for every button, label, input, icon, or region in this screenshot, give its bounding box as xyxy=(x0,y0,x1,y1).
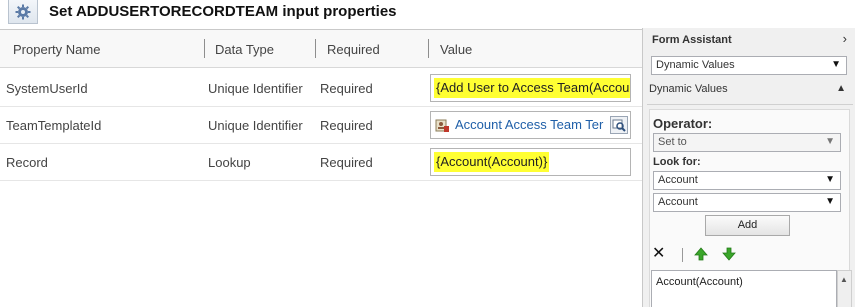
dynamic-value-token[interactable]: {Account(Account)} xyxy=(434,152,550,172)
teamtemplateid-lookup-field[interactable]: Account Access Team Ter xyxy=(430,111,631,139)
close-icon[interactable]: ✕ xyxy=(652,246,665,262)
chevron-right-icon[interactable]: › xyxy=(843,31,847,46)
record-value-field[interactable]: {Account(Account)} xyxy=(430,148,631,176)
look-for-attribute-value: Account xyxy=(658,196,698,208)
lookup-record-link[interactable]: Account Access Team Ter xyxy=(455,117,603,132)
list-item[interactable]: Account(Account) xyxy=(656,276,743,288)
table-row-record[interactable]: Record Lookup Required {Account(Account)… xyxy=(0,144,642,181)
required-cell: Required xyxy=(320,81,373,96)
operator-value: Set to xyxy=(658,136,687,148)
data-type-cell: Unique Identifier xyxy=(208,118,303,133)
property-name-cell: TeamTemplateId xyxy=(6,118,102,133)
dialog-title: Set ADDUSERTORECORDTEAM input properties xyxy=(49,3,397,20)
column-divider[interactable] xyxy=(428,39,429,58)
form-assistant-panel: Form Assistant › Dynamic Values ▼ Dynami… xyxy=(643,28,855,307)
dynamic-values-section-label: Dynamic Values xyxy=(649,83,728,95)
required-cell: Required xyxy=(320,118,373,133)
table-header: Property Name Data Type Required Value xyxy=(0,30,642,68)
data-type-cell: Unique Identifier xyxy=(208,81,303,96)
chevron-down-icon: ▼ xyxy=(825,196,835,207)
arrow-down-icon[interactable] xyxy=(722,247,736,266)
property-name-cell: Record xyxy=(6,155,48,170)
look-for-attribute-select[interactable]: Account ▼ xyxy=(653,193,841,212)
operator-label: Operator: xyxy=(653,116,713,131)
collapse-up-icon[interactable]: ▲ xyxy=(836,83,846,94)
list-scrollbar[interactable]: ▲ xyxy=(837,270,852,307)
properties-table: Property Name Data Type Required Value S… xyxy=(0,30,642,307)
toolbar-divider xyxy=(682,248,683,262)
assistant-mode-value: Dynamic Values xyxy=(656,59,735,71)
selected-values-list[interactable]: Account(Account) xyxy=(651,270,837,307)
dynamic-value-token[interactable]: {Add User to Access Team(Accoun xyxy=(434,78,630,98)
look-for-label: Look for: xyxy=(653,156,701,168)
property-name-cell: SystemUserId xyxy=(6,81,88,96)
look-for-entity-select[interactable]: Account ▼ xyxy=(653,171,841,190)
chevron-down-icon: ▼ xyxy=(825,174,835,185)
look-for-entity-value: Account xyxy=(658,174,698,186)
column-divider[interactable] xyxy=(204,39,205,58)
column-header-property-name[interactable]: Property Name xyxy=(13,42,100,57)
search-icon[interactable] xyxy=(610,116,628,134)
systemuserid-value-field[interactable]: {Add User to Access Team(Accoun xyxy=(430,74,631,102)
chevron-down-icon: ▼ xyxy=(831,59,841,70)
chevron-down-icon: ▼ xyxy=(825,136,835,147)
gear-icon xyxy=(8,0,38,24)
form-assistant-header: Form Assistant › xyxy=(643,28,855,52)
form-assistant-title: Form Assistant xyxy=(652,34,732,46)
table-row-teamtemplateid[interactable]: TeamTemplateId Unique Identifier Require… xyxy=(0,107,642,144)
add-button[interactable]: Add xyxy=(705,215,790,236)
arrow-up-icon[interactable] xyxy=(694,247,708,266)
dialog-title-bar: Set ADDUSERTORECORDTEAM input properties xyxy=(0,0,855,30)
column-header-data-type[interactable]: Data Type xyxy=(215,42,274,57)
column-header-value[interactable]: Value xyxy=(440,42,472,57)
scroll-up-icon[interactable]: ▲ xyxy=(840,275,848,284)
record-icon xyxy=(435,118,450,133)
assistant-mode-select[interactable]: Dynamic Values ▼ xyxy=(651,56,847,75)
column-divider[interactable] xyxy=(315,39,316,58)
column-header-required[interactable]: Required xyxy=(327,42,380,57)
operator-select[interactable]: Set to ▼ xyxy=(653,133,841,152)
section-divider xyxy=(647,104,853,105)
table-row-systemuserid[interactable]: SystemUserId Unique Identifier Required … xyxy=(0,70,642,107)
required-cell: Required xyxy=(320,155,373,170)
data-type-cell: Lookup xyxy=(208,155,251,170)
